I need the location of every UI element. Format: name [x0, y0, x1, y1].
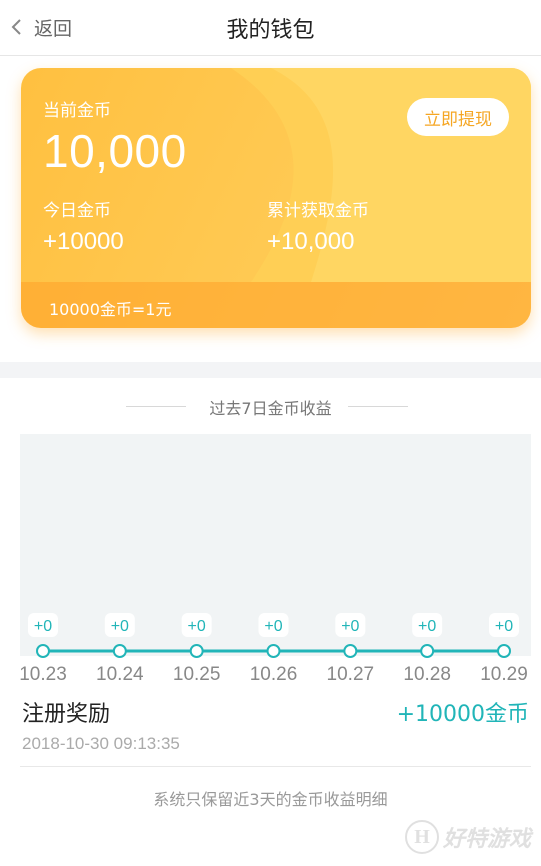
data-point: [497, 644, 511, 658]
wallet-area: 当前金币 10,000 立即提现 今日金币 +10000 累计获取金币 +10,…: [0, 57, 541, 362]
data-label: +0: [495, 618, 513, 635]
earnings-section: 过去7日金币收益 +0 10.23 +0 10.24 +0 10.25 +0 10.26 +0 1…: [0, 378, 541, 866]
current-coins-value: 10,000: [43, 125, 187, 177]
data-label: +0: [418, 618, 436, 635]
data-point: [420, 644, 435, 658]
wallet-card: 当前金币 10,000 立即提现 今日金币 +10000 累计获取金币 +10,…: [21, 68, 531, 328]
today-coins-value: +10000: [43, 228, 124, 255]
record-amount: +10000金币: [396, 702, 529, 727]
x-tick-label: 10.29: [480, 664, 528, 685]
data-point: [36, 644, 50, 658]
data-label: +0: [264, 618, 282, 635]
record-title: 注册奖励: [22, 702, 111, 727]
x-tick-label: 10.23: [19, 664, 67, 685]
x-tick-label: 10.24: [96, 664, 144, 685]
data-point: [112, 644, 127, 658]
x-tick-label: 10.26: [250, 664, 298, 685]
record-time: 2018-10-30 09:13:35: [22, 734, 180, 753]
data-label: +0: [34, 618, 52, 635]
x-tick-label: 10.28: [403, 664, 451, 685]
today-coins-label: 今日金币: [43, 201, 111, 221]
watermark-text: 好特游戏: [442, 827, 531, 852]
earnings-chart: +0 10.23 +0 10.24 +0 10.25 +0 10.26 +0 10.27 +0 10.…: [19, 613, 528, 685]
data-point: [189, 644, 204, 658]
exchange-rate-text: 10000金币=1元: [49, 300, 172, 319]
page-title: 我的钱包: [226, 18, 315, 43]
watermark-logo-icon: H: [404, 820, 439, 854]
retention-note: 系统只保留近3天的金币收益明细: [153, 790, 388, 809]
data-point: [343, 644, 358, 658]
data-label: +0: [111, 618, 129, 635]
data-label: +0: [341, 618, 359, 635]
record-divider: [20, 766, 531, 767]
x-tick-label: 10.27: [327, 664, 375, 685]
x-tick-label: 10.25: [173, 664, 221, 685]
current-coins-label: 当前金币: [43, 101, 111, 121]
watermark: H 好特游戏: [404, 820, 531, 854]
data-point: [266, 644, 281, 658]
section-divider: [0, 362, 541, 378]
data-label: +0: [188, 618, 206, 635]
total-coins-value: +10,000: [267, 228, 355, 255]
nav-bar: 返回 我的钱包: [0, 0, 541, 56]
card-footer: 10000金币=1元: [21, 282, 531, 328]
withdraw-button[interactable]: 立即提现: [407, 98, 509, 136]
total-coins-label: 累计获取金币: [267, 201, 369, 221]
